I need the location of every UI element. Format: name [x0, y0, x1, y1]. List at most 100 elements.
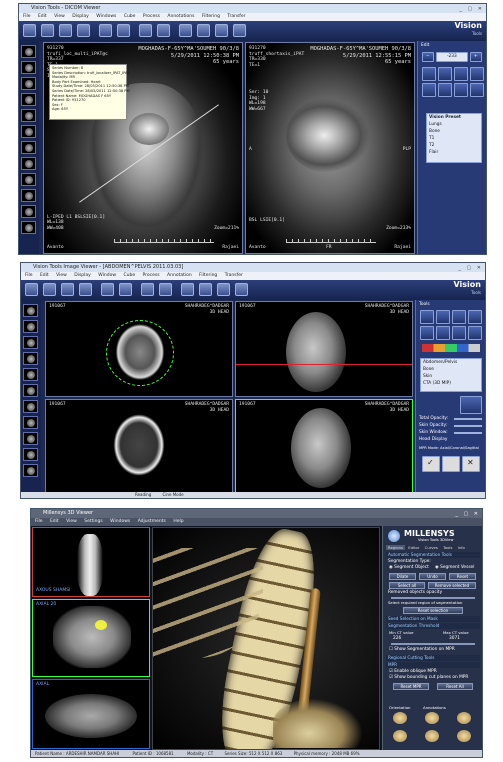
- skin-window-slider[interactable]: [454, 432, 482, 434]
- series-thumbnail[interactable]: [21, 189, 36, 202]
- tool-button[interactable]: [436, 326, 450, 340]
- menu-file[interactable]: File: [35, 519, 43, 524]
- volume-render-button[interactable]: [460, 396, 482, 414]
- grid-icon[interactable]: [181, 283, 194, 296]
- tab-curves[interactable]: Curves: [423, 545, 440, 550]
- series-thumbnail[interactable]: [23, 432, 38, 445]
- menu-filtering[interactable]: Filtering: [202, 14, 220, 19]
- reset-mpr-button[interactable]: Reset MPR: [393, 683, 429, 690]
- tool-button[interactable]: [470, 83, 484, 97]
- series-thumbnail[interactable]: [21, 157, 36, 170]
- select-all-button[interactable]: Select all: [389, 582, 425, 589]
- enable-oblique-checkbox[interactable]: ☑ Enable oblique MPR: [389, 669, 437, 675]
- radio-segment-vessel[interactable]: ◉ Segment Vessel: [435, 565, 474, 571]
- tool-button[interactable]: [420, 326, 434, 340]
- info-icon[interactable]: [233, 24, 246, 37]
- orientation-head-side-icon[interactable]: [425, 712, 439, 724]
- preset-list[interactable]: Abdomen/Pelvis Bone Skin CTA (3D MIP): [420, 358, 482, 392]
- series-thumbnail[interactable]: [21, 45, 36, 58]
- preset-item[interactable]: Abdomen/Pelvis: [423, 360, 457, 366]
- menu-annotations[interactable]: Annotations: [167, 14, 194, 19]
- tool-button[interactable]: [470, 67, 484, 81]
- volume-rendering-view[interactable]: [152, 527, 380, 750]
- section-threshold[interactable]: Segmentation Threshold: [386, 623, 480, 629]
- zoom-icon[interactable]: [61, 283, 74, 296]
- menu-view[interactable]: View: [66, 519, 77, 524]
- tool-button[interactable]: [420, 310, 434, 324]
- ruler-icon[interactable]: [117, 24, 130, 37]
- menu-annotation[interactable]: Annotation: [167, 273, 192, 278]
- info-icon[interactable]: [235, 283, 248, 296]
- pan-icon[interactable]: [41, 24, 54, 37]
- mpr-coronal[interactable]: AXIAL 20: [32, 599, 150, 677]
- menu-file[interactable]: File: [23, 14, 31, 19]
- cine-icon[interactable]: [157, 24, 170, 37]
- reset-icon[interactable]: [199, 283, 212, 296]
- menu-process[interactable]: Process: [143, 273, 160, 278]
- coronal-view[interactable]: 191067 SHAHRADEG^DADGAR 3D HEAD: [45, 399, 233, 493]
- wl-decrease-button[interactable]: −: [422, 52, 434, 62]
- remove-selected-button[interactable]: Remove selected: [428, 582, 476, 589]
- preset-item[interactable]: Flair: [429, 150, 438, 156]
- tool-button[interactable]: [468, 310, 482, 324]
- tool-button[interactable]: [438, 67, 452, 81]
- mpr-sagittal[interactable]: AXOUS SHAMSI: [32, 527, 150, 597]
- reset-all-button[interactable]: Reset All: [437, 683, 473, 690]
- grid-icon[interactable]: [179, 24, 192, 37]
- annotations-tab[interactable]: Annotations: [423, 705, 446, 711]
- print-icon[interactable]: [217, 283, 230, 296]
- preset-list[interactable]: Vision Preset Lungs Bone T1 T2 Flair: [426, 113, 482, 163]
- mr-shortaxis-view[interactable]: 931270 truff_shortaxis_iPAT TR=330 TE=1 …: [245, 42, 415, 254]
- preset-item[interactable]: Skin: [423, 374, 432, 380]
- tool-button[interactable]: [468, 326, 482, 340]
- menu-file[interactable]: File: [25, 273, 33, 278]
- tool-button[interactable]: [422, 67, 436, 81]
- tool-button[interactable]: [454, 67, 468, 81]
- orientation-head-top-icon[interactable]: [393, 730, 407, 742]
- measure-icon[interactable]: [101, 283, 114, 296]
- menu-windows[interactable]: Windows: [96, 14, 116, 19]
- menu-adjustments[interactable]: Adjustments: [138, 519, 166, 524]
- layout-icon[interactable]: [139, 24, 152, 37]
- menu-windows[interactable]: Windows: [110, 519, 130, 524]
- tab-editor[interactable]: Editor: [406, 545, 421, 550]
- tool-button[interactable]: [454, 83, 468, 97]
- series-thumbnail[interactable]: [21, 109, 36, 122]
- tool-button[interactable]: [452, 310, 466, 324]
- ok-button[interactable]: ✓: [422, 456, 440, 472]
- preset-item[interactable]: T2: [429, 143, 434, 149]
- section-auto-segmentation[interactable]: Automatic Segmentation Tools: [386, 552, 480, 558]
- tool-button[interactable]: [438, 83, 452, 97]
- zoom-icon[interactable]: [59, 24, 72, 37]
- series-thumbnail[interactable]: [23, 416, 38, 429]
- tool-button[interactable]: [452, 326, 466, 340]
- cine-icon[interactable]: [159, 283, 172, 296]
- series-thumbnail[interactable]: [23, 352, 38, 365]
- threshold-slider[interactable]: [391, 643, 475, 645]
- orientation-head-bottom-icon[interactable]: [425, 730, 439, 742]
- show-bounding-checkbox[interactable]: ☑ Show bounding cut planes on MPR: [389, 675, 468, 681]
- preset-item[interactable]: CTA (3D MIP): [423, 381, 451, 387]
- show-seg-mpr-checkbox[interactable]: ☐ Show Segmentation on MPR: [389, 647, 455, 653]
- series-thumbnail[interactable]: [21, 221, 36, 234]
- axial-view[interactable]: 191067 SHAHRADEG^DADGAR 3D HEAD: [45, 301, 233, 397]
- radio-segment-object[interactable]: ◉ Segment Object: [389, 565, 429, 571]
- removed-opacity-slider[interactable]: [391, 597, 475, 599]
- skin-opacity-slider[interactable]: [454, 425, 482, 427]
- series-thumbnail[interactable]: [21, 61, 36, 74]
- series-thumbnail[interactable]: [21, 141, 36, 154]
- tab-tools[interactable]: Tools: [441, 545, 454, 550]
- reset-icon[interactable]: [197, 24, 210, 37]
- series-thumbnail[interactable]: [23, 400, 38, 413]
- menu-transfer[interactable]: Transfer: [227, 14, 245, 19]
- series-thumbnail[interactable]: [21, 77, 36, 90]
- dilate-button[interactable]: Dilate: [389, 573, 416, 580]
- menu-edit[interactable]: Edit: [50, 519, 59, 524]
- series-thumbnail[interactable]: [23, 320, 38, 333]
- menu-transfer[interactable]: Transfer: [225, 273, 243, 278]
- pan-icon[interactable]: [43, 283, 56, 296]
- series-thumbnail[interactable]: [23, 384, 38, 397]
- wl-increase-button[interactable]: +: [470, 52, 482, 62]
- reset-button[interactable]: Reset: [449, 573, 476, 580]
- series-thumbnail[interactable]: [23, 304, 38, 317]
